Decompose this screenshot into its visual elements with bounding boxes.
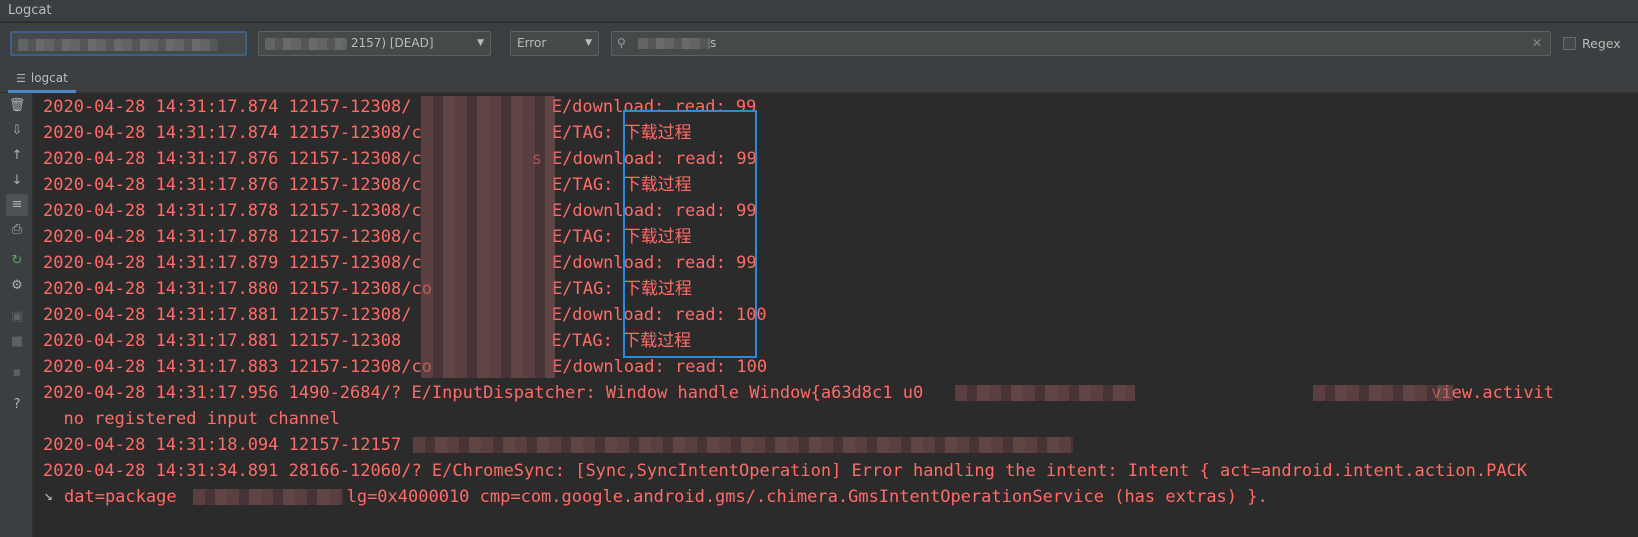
redacted-package-column <box>421 96 555 378</box>
log-line-message: E/TAG: 下载过程 <box>541 227 692 247</box>
log-line: 2020-04-28 14:31:34.891 28166-12060/? E/… <box>43 458 1527 484</box>
log-line-message: E/download: read: 99 <box>541 97 757 117</box>
tab-logcat[interactable]: ☰ logcat <box>8 65 76 93</box>
checkbox-icon <box>1563 37 1576 50</box>
log-line: 2020-04-28 14:31:17.876 12157-12308/c s E… <box>43 146 757 172</box>
redacted-search-text <box>638 38 710 49</box>
redacted-process-name <box>265 37 347 50</box>
help-icon[interactable]: ? <box>6 394 28 416</box>
regex-checkbox[interactable]: Regex <box>1563 31 1621 56</box>
arrow-down-icon[interactable]: ↓ <box>6 170 28 192</box>
log-line: 2020-04-28 14:31:17.878 12157-12308/c E/… <box>43 224 692 250</box>
log-line-prefix: 2020-04-28 14:31:17.876 12157-12308/c <box>43 175 422 195</box>
log-line-message: E/download: read: 99 <box>541 253 757 273</box>
logcat-toolbar: 2157) [DEAD] ▼ Error ▼ ⚲ s ✕ Regex <box>0 23 1638 65</box>
redacted-package <box>193 489 343 505</box>
log-line: 2020-04-28 14:31:17.876 12157-12308/c E/… <box>43 172 692 198</box>
process-dropdown[interactable]: 2157) [DEAD] ▼ <box>258 31 491 56</box>
log-line: 2020-04-28 14:31:17.878 12157-12308/c E/… <box>43 198 757 224</box>
scroll-to-end-icon[interactable]: ⇩ <box>6 120 28 142</box>
regex-label: Regex <box>1582 36 1621 51</box>
log-level-value: Error <box>517 36 547 50</box>
search-value: s <box>710 36 717 50</box>
log-line-message: E/TAG: 下载过程 <box>541 123 692 143</box>
log-output[interactable]: 2020-04-28 14:31:17.874 12157-12308/ E/d… <box>43 94 1638 537</box>
log-line: 2020-04-28 14:31:17.879 12157-12308/c E/… <box>43 250 757 276</box>
redacted-window-name <box>955 385 1135 401</box>
logcat-icon: ☰ <box>16 72 26 85</box>
log-line-message: E/download: read: 100 <box>541 357 768 377</box>
log-line-prefix: dat=package <box>64 487 177 507</box>
search-input[interactable]: ⚲ s ✕ <box>611 31 1551 56</box>
log-line-prefix: 2020-04-28 14:31:18.094 12157-12157 <box>43 435 402 455</box>
log-line: 2020-04-28 14:31:17.880 12157-12308/co E… <box>43 276 692 302</box>
log-line: 2020-04-28 14:31:17.874 12157-12308/c E/… <box>43 120 692 146</box>
log-line-prefix: 2020-04-28 14:31:34.891 28166-12060/? E/… <box>43 461 1528 481</box>
search-text-wrap: s <box>638 32 716 55</box>
device-dropdown[interactable] <box>10 31 247 56</box>
redacted-message <box>413 437 1073 453</box>
window-title: Logcat <box>0 0 1638 22</box>
log-line: 2020-04-28 14:31:18.094 12157-12157 <box>43 432 401 458</box>
log-line-prefix: no registered input channel <box>43 409 340 429</box>
log-line-prefix: 2020-04-28 14:31:17.874 12157-12308/c <box>43 123 422 143</box>
record-icon[interactable]: ■ <box>6 331 28 353</box>
trash-icon[interactable]: 🗑 <box>6 95 28 117</box>
soft-wrap-icon[interactable]: ≡ <box>6 194 28 216</box>
log-line-prefix: 2020-04-28 14:31:17.881 12157-12308/ <box>43 305 412 325</box>
tab-label: logcat <box>30 71 68 85</box>
log-line: 2020-04-28 14:31:17.883 12157-12308/co E… <box>43 354 767 380</box>
log-line-prefix: 2020-04-28 14:31:17.881 12157-12308 <box>43 331 402 351</box>
chevron-down-icon: ▼ <box>585 38 592 48</box>
log-line-message: s E/download: read: 99 <box>531 149 757 169</box>
close-icon[interactable]: ✕ <box>1532 32 1542 55</box>
restart-icon[interactable]: ↻ <box>6 250 28 272</box>
log-level-dropdown[interactable]: Error ▼ <box>510 31 599 56</box>
log-line-prefix: 2020-04-28 14:31:17.883 12157-12308/co <box>43 357 432 377</box>
log-line: no registered input channel <box>43 406 340 432</box>
log-line-prefix: 2020-04-28 14:31:17.879 12157-12308/c <box>43 253 422 273</box>
log-line: 2020-04-28 14:31:17.881 12157-12308 E/TA… <box>43 328 691 354</box>
log-line-message: E/download: read: 100 <box>541 305 767 325</box>
log-line-message: E/TAG: 下载过程 <box>541 331 692 351</box>
log-line-prefix: 2020-04-28 14:31:17.878 12157-12308/c <box>43 227 422 247</box>
redacted-window-name-2 <box>1313 385 1453 401</box>
soft-wrap-marker-icon: ↘ <box>44 486 54 504</box>
log-line: 2020-04-28 14:31:17.874 12157-12308/ E/d… <box>43 94 756 120</box>
arrow-up-icon[interactable]: ↑ <box>6 145 28 167</box>
log-line-message: E/TAG: 下载过程 <box>541 279 692 299</box>
redacted-device-name <box>18 38 218 51</box>
tab-bar: ☰ logcat <box>0 65 1638 93</box>
logcat-sidebar: 🗑 ⇩ ↑ ↓ ≡ ⎙ ↻ ⚙ ▣ ■ ▪ ? <box>0 93 33 537</box>
stop-icon[interactable]: ▪ <box>6 362 28 384</box>
log-line-prefix: 2020-04-28 14:31:17.956 1490-2684/? E/In… <box>43 383 924 403</box>
log-line-prefix: 2020-04-28 14:31:17.878 12157-12308/c <box>43 201 422 221</box>
log-line-prefix: 2020-04-28 14:31:17.880 12157-12308/co <box>43 279 432 299</box>
settings-icon[interactable]: ⚙ <box>6 275 28 297</box>
log-line-message: E/download: read: 99 <box>541 201 757 221</box>
process-dropdown-value: 2157) [DEAD] <box>350 36 434 50</box>
print-icon[interactable]: ⎙ <box>6 219 28 241</box>
log-line-prefix: 2020-04-28 14:31:17.874 12157-12308/ <box>43 97 412 117</box>
log-line: 2020-04-28 14:31:17.881 12157-12308/ E/d… <box>43 302 767 328</box>
log-line-message: E/TAG: 下载过程 <box>541 175 692 195</box>
search-icon: ⚲ <box>617 36 626 50</box>
log-line-message: lg=0x4000010 cmp=com.google.android.gms/… <box>346 487 1268 507</box>
chevron-down-icon: ▼ <box>477 38 484 48</box>
log-line-prefix: 2020-04-28 14:31:17.876 12157-12308/c <box>43 149 422 169</box>
screenshot-icon[interactable]: ▣ <box>6 306 28 328</box>
